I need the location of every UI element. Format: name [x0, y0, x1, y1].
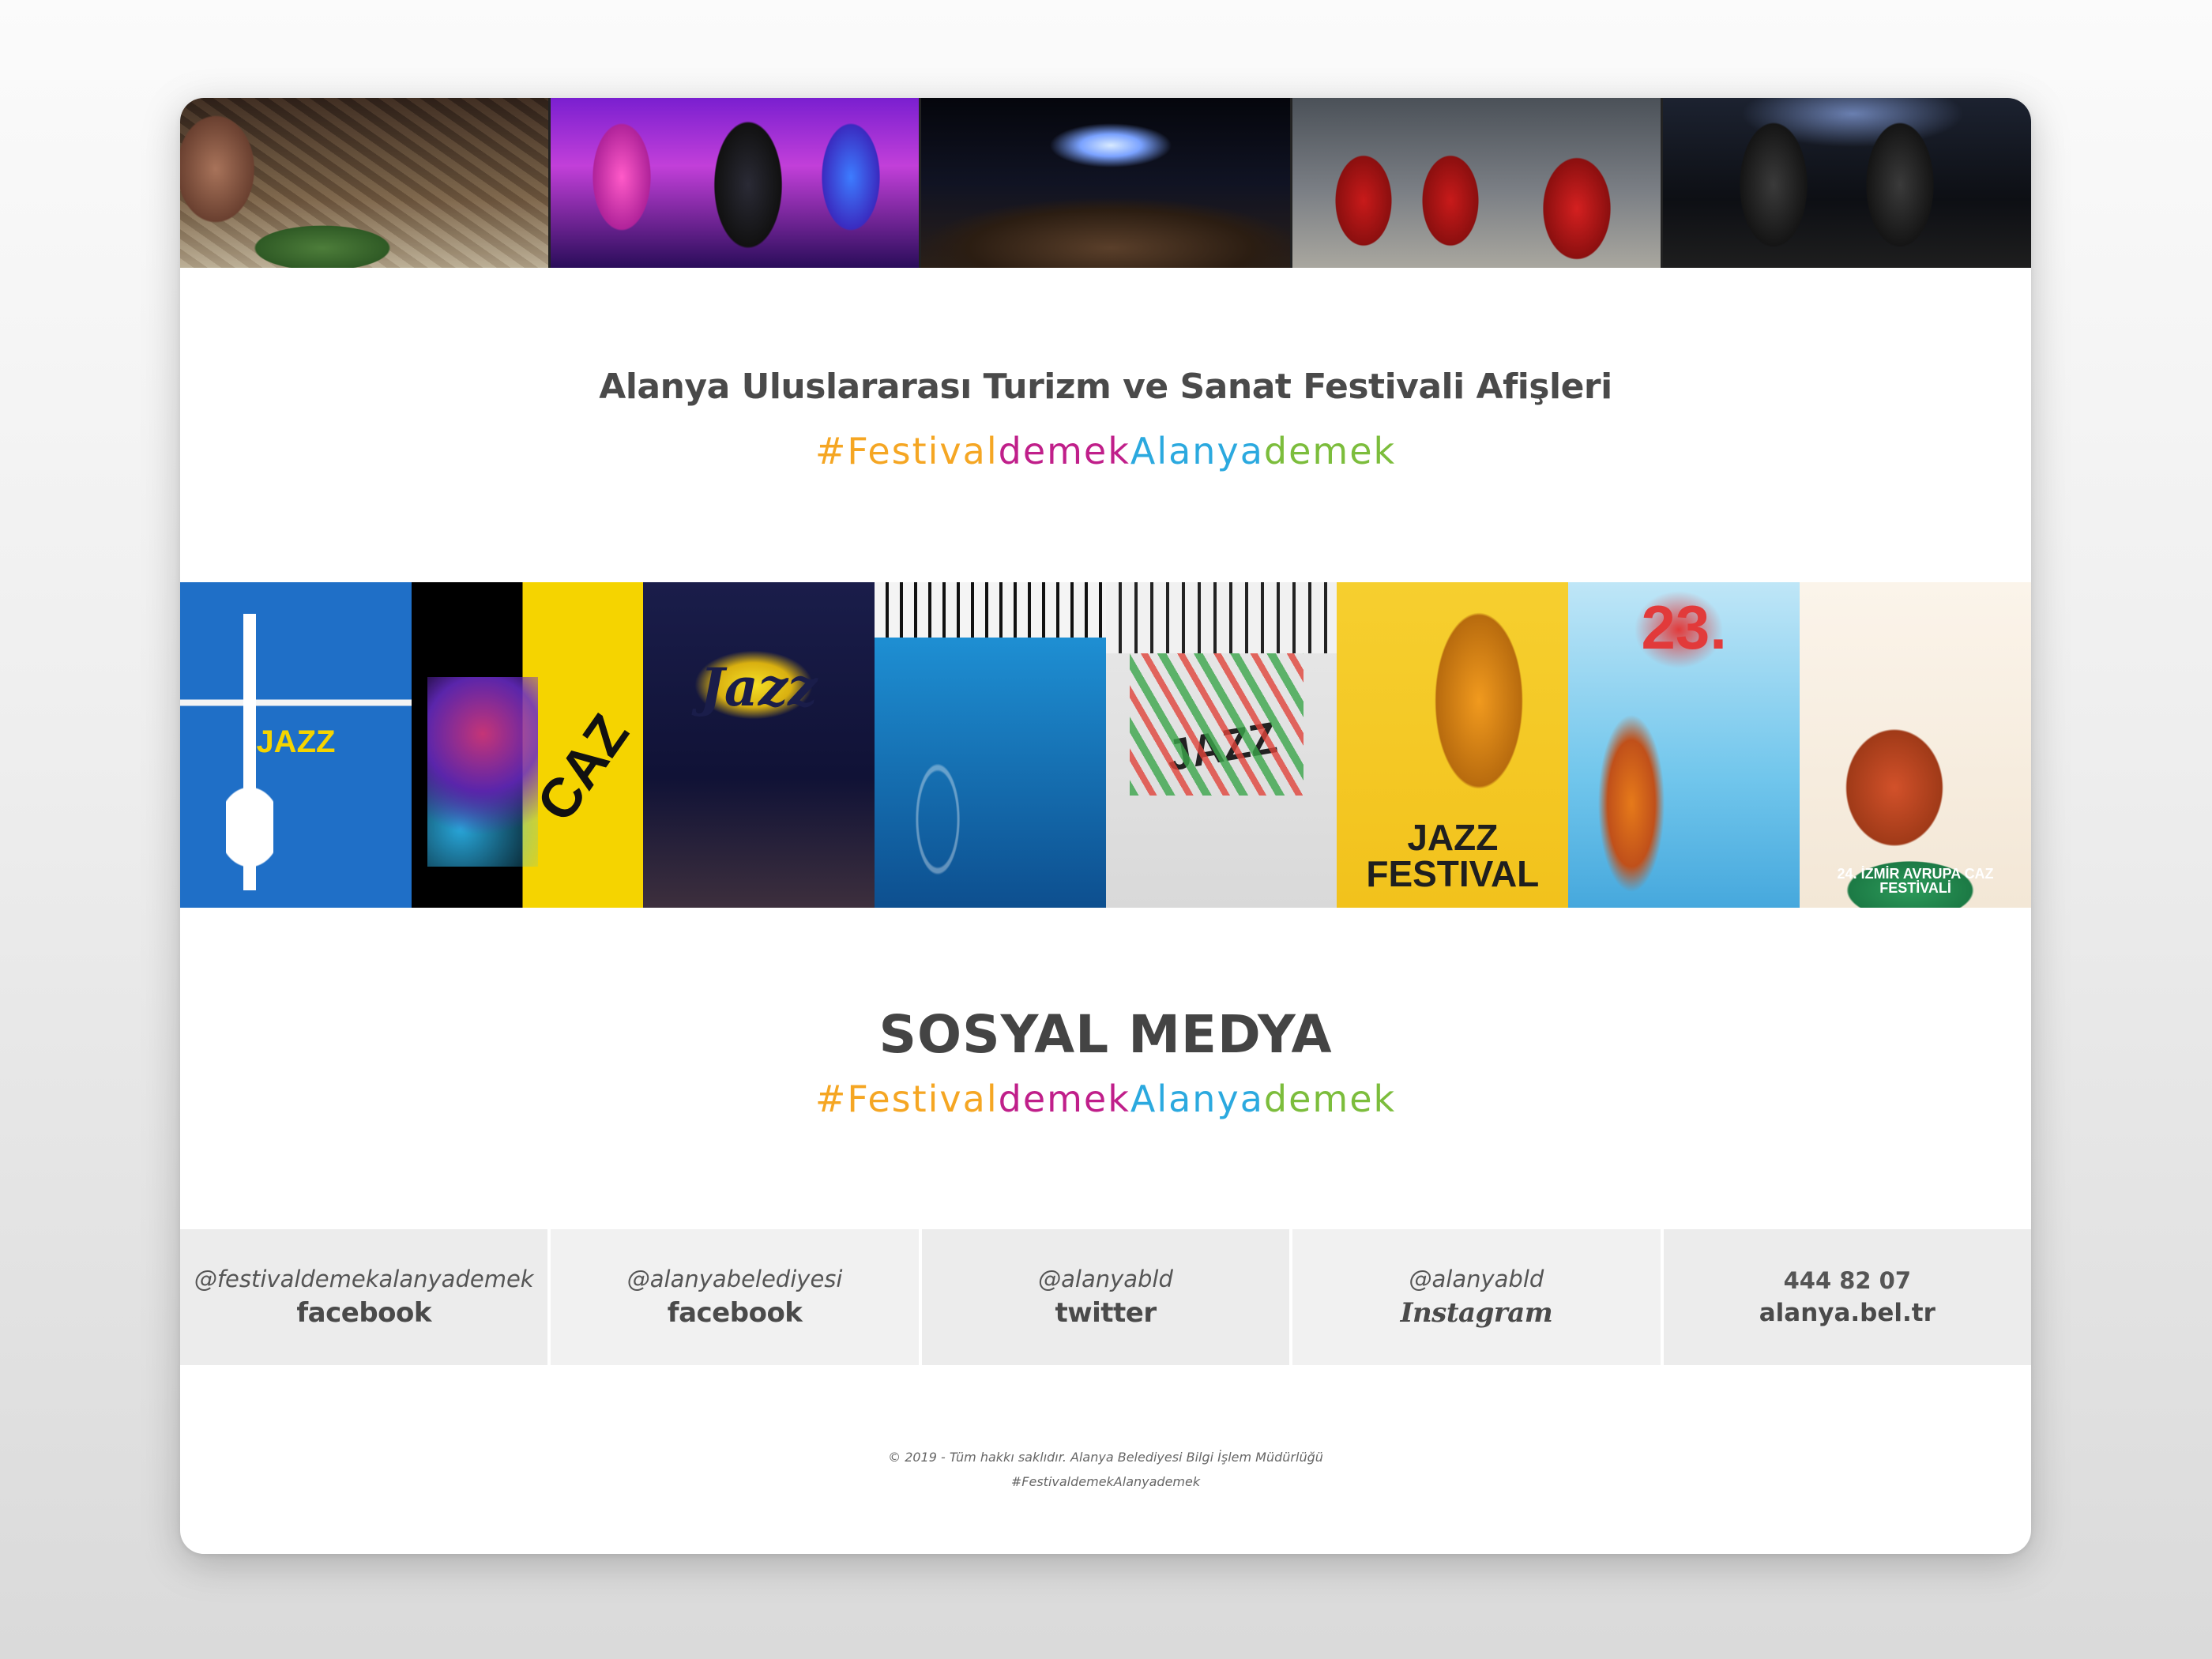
poster-11-alanya-jazz[interactable]: JAZZ	[874, 582, 1106, 908]
social-link-facebook-belediye[interactable]: @alanyabelediyesi facebook	[547, 1229, 919, 1365]
instagram-logo: Instagram	[1400, 1297, 1553, 1329]
footer-hashtag: #FestivaldemekAlanyademek	[1010, 1474, 1201, 1489]
footer-copyright: © 2019 - Tüm hakkı saklıdır. Alanya Bele…	[888, 1450, 1323, 1465]
banner-photo-strip	[180, 98, 2031, 268]
hashtag-bottom: #FestivaldemekAlanyademek	[180, 1078, 2031, 1120]
twitter-logo: twitter	[1055, 1297, 1157, 1329]
hashtag-part: Alanya	[1130, 430, 1264, 472]
website-link[interactable]: alanya.bel.tr	[1759, 1299, 1936, 1327]
poster-label: JAZZ	[1162, 712, 1281, 781]
poster-label: JAZZ	[256, 724, 336, 759]
hashtag-part: #Festival	[814, 1078, 999, 1120]
poster-24-izmir-caz[interactable]: 24. İZMİR AVRUPA CAZ FESTİVALİ	[1800, 582, 2031, 908]
poster-label: 24. İZMİR AVRUPA CAZ FESTİVALİ	[1837, 866, 1994, 896]
hashtag-top: #FestivaldemekAlanyademek	[180, 430, 2031, 472]
poster-label: JAZZ	[927, 784, 1054, 841]
posters-title: Alanya Uluslararası Turizm ve Sanat Fest…	[599, 367, 1612, 407]
facebook-logo: facebook	[667, 1297, 803, 1329]
hashtag-part: #Festival	[814, 430, 999, 472]
social-link-website[interactable]: 444 82 07 alanya.bel.tr	[1660, 1229, 2031, 1365]
hashtag-part: demek	[998, 1078, 1130, 1120]
banner-photo-concert-crowd	[919, 98, 1290, 268]
poster-label: CAZ	[525, 703, 641, 833]
social-media-title: SOSYAL MEDYA	[878, 1004, 1333, 1065]
social-handle: @alanyabelediyesi	[626, 1266, 843, 1292]
facebook-logo: facebook	[296, 1297, 432, 1329]
poster-label: JAZZ FESTIVAL	[1366, 817, 1540, 894]
page-card: Alanya Uluslararası Turizm ve Sanat Fest…	[180, 98, 2031, 1554]
poster-label: 23.	[1641, 592, 1727, 662]
poster-label: Jazz	[699, 656, 818, 718]
footer: © 2019 - Tüm hakkı saklıdır. Alanya Bele…	[180, 1445, 2031, 1494]
poster-jacksonville-jazz[interactable]: JAZZ FESTIVAL	[1337, 582, 1569, 908]
poster-23-izmir-caz[interactable]: 23.	[1568, 582, 1800, 908]
poster-10-alanya-jazz[interactable]: Jazz	[642, 582, 875, 908]
social-handle: @alanyabld	[1038, 1266, 1173, 1292]
banner-photo-stage-dancers	[548, 98, 920, 268]
hashtag-part: Alanya	[1130, 1078, 1264, 1120]
poster-gallery: JAZZ CAZ Jazz JAZZ JAZZ JAZZ FESTIVAL 23…	[180, 582, 2031, 908]
banner-photo-mehter-band	[1289, 98, 1661, 268]
poster-12-alanya-jazz[interactable]: JAZZ	[1105, 582, 1337, 908]
poster-afyonkarahisar-caz[interactable]: CAZ	[411, 582, 643, 908]
banner-photo-dance-show	[1660, 98, 2031, 268]
hashtag-part: demek	[1263, 1078, 1397, 1120]
hashtag-part: demek	[998, 430, 1130, 472]
social-link-twitter[interactable]: @alanyabld twitter	[918, 1229, 1290, 1365]
hashtag-part: demek	[1263, 430, 1397, 472]
social-handle: @alanyabld	[1409, 1266, 1544, 1292]
phone-number: 444 82 07	[1783, 1267, 1912, 1294]
banner-photo-exhibition	[180, 98, 549, 268]
poster-13-alanya-jazz[interactable]: JAZZ	[180, 582, 412, 908]
social-links-row: @festivaldemekalanyademek facebook @alan…	[180, 1229, 2031, 1365]
social-link-facebook-festival[interactable]: @festivaldemekalanyademek facebook	[180, 1229, 548, 1365]
social-link-instagram[interactable]: @alanyabld Instagram	[1289, 1229, 1661, 1365]
social-handle: @festivaldemekalanyademek	[194, 1266, 534, 1292]
